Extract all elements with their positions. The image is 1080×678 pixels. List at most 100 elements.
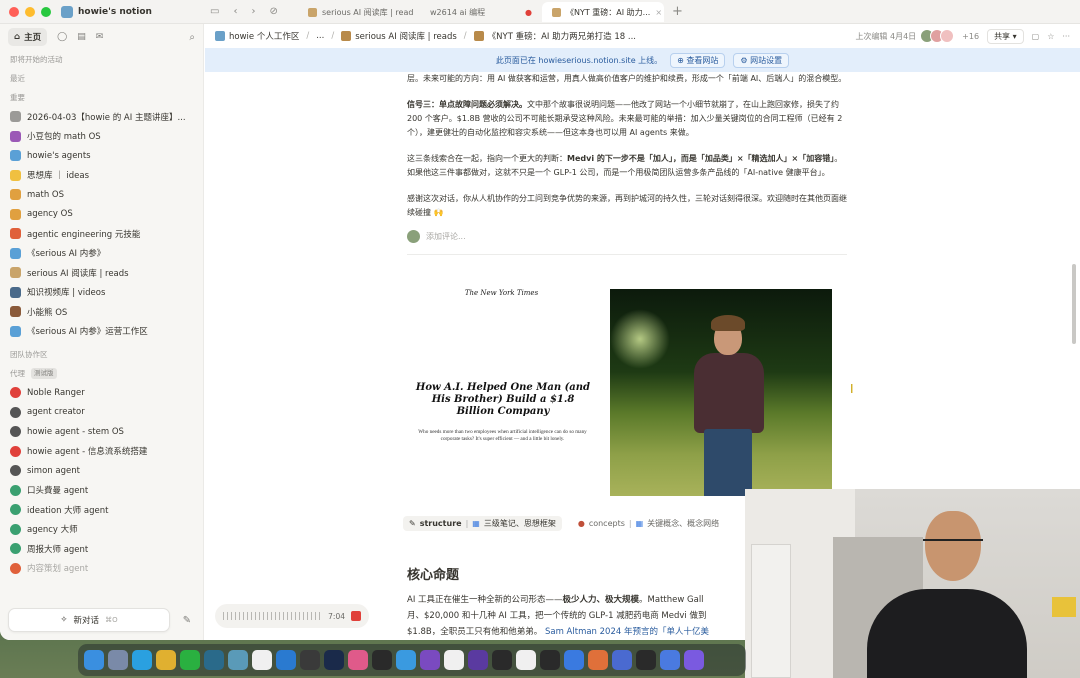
telegram-icon[interactable] — [132, 650, 152, 670]
home-button[interactable]: ⌂ 主页 — [8, 28, 48, 46]
favorite-item[interactable]: 《serious AI 内参》运营工作区 — [0, 322, 203, 342]
agent-item[interactable]: 口头費曼 agent — [0, 481, 203, 501]
favorite-item[interactable]: agentic engineering 元技能 — [0, 224, 203, 244]
add-comment[interactable]: 添加评论... — [407, 230, 847, 243]
agent-item[interactable]: agent creator — [0, 403, 203, 423]
stripe-icon[interactable] — [684, 650, 704, 670]
arc-icon[interactable] — [204, 650, 224, 670]
agent-item[interactable]: howie agent - stem OS — [0, 422, 203, 442]
tab-ai-programming[interactable]: w2614 ai 编程 ● — [420, 2, 542, 22]
view-site-button[interactable]: ⊕ 查看网站 — [670, 52, 726, 68]
chat-icon[interactable]: ◯ — [57, 32, 67, 42]
cursor-app-icon[interactable] — [540, 650, 560, 670]
app-icon[interactable] — [228, 650, 248, 670]
zoom-icon[interactable] — [660, 650, 680, 670]
concepts-tag[interactable]: ● concepts | ▦ 关键概念、概念网络 — [572, 516, 725, 531]
obsidian-icon[interactable] — [420, 650, 440, 670]
forward-arrow-icon[interactable]: › — [251, 6, 255, 17]
stop-recording-icon[interactable] — [351, 611, 361, 621]
share-button[interactable]: 共享 ▾ — [987, 28, 1024, 44]
text-cursor-icon: I — [850, 382, 854, 396]
agent-item[interactable]: 周报大师 agent — [0, 539, 203, 559]
minimize-window-button[interactable] — [25, 6, 35, 17]
favorite-item[interactable]: agency OS — [0, 205, 203, 225]
favorite-item[interactable]: 《serious AI 内参》 — [0, 244, 203, 264]
favorite-item[interactable]: 小能熊 OS — [0, 302, 203, 322]
favorite-item[interactable]: 思想库 ｜ ideas — [0, 166, 203, 186]
tab-nyt-article[interactable]: 《NYT 重磅：AI 助力... × — [542, 2, 664, 22]
vscode-icon[interactable] — [276, 650, 296, 670]
new-chat-button[interactable]: ✧ 新对话 ⌘O — [8, 608, 170, 632]
sidebar-toggle-icon[interactable]: ▭ — [210, 6, 219, 17]
paragraph[interactable]: 这三条线索合在一起，指向一个更大的判断：Medvi 的下一步不是「加人」，而是「… — [407, 152, 847, 180]
workspace-icon — [215, 31, 225, 41]
breadcrumb-ellipsis[interactable]: ... — [316, 31, 324, 41]
nyt-article-image[interactable]: The New York Times How A.I. Helped One M… — [393, 289, 836, 496]
collaborator-count[interactable]: +16 — [962, 32, 979, 41]
workspace-name[interactable]: howie's notion — [78, 7, 152, 17]
agent-item[interactable]: ideation 大师 agent — [0, 500, 203, 520]
finder-icon[interactable] — [84, 650, 104, 670]
section-heading[interactable]: 核心命题 — [407, 564, 459, 583]
sidebar: ⌂ 主页 ◯ ▤ ✉ ⌕ 即将开始的活动 最近 重要 2026-04-03【ho… — [0, 24, 204, 640]
favorite-item[interactable]: 知识视频库 | videos — [0, 283, 203, 303]
agent-item[interactable]: 内容策划 agent — [0, 559, 203, 579]
favorite-item[interactable]: 小豆包的 math OS — [0, 127, 203, 147]
collaborator-avatars[interactable] — [920, 29, 955, 43]
star-icon[interactable] — [564, 650, 584, 670]
r-icon[interactable] — [324, 650, 344, 670]
safari-icon[interactable] — [396, 650, 416, 670]
recording-indicator[interactable]: 7:04 — [215, 604, 369, 628]
panda-icon[interactable] — [516, 650, 536, 670]
notes-icon[interactable] — [252, 650, 272, 670]
wechat-icon[interactable] — [180, 650, 200, 670]
recording-time: 7:04 — [328, 611, 345, 621]
zoom-window-button[interactable] — [41, 6, 51, 17]
paragraph[interactable]: 层。未来可能的方向：用 AI 做获客和运营，用真人做高价值客户的维护和续费，形成… — [407, 72, 847, 86]
close-window-button[interactable] — [9, 6, 19, 17]
favorite-item[interactable]: math OS — [0, 185, 203, 205]
photo-person-hair — [711, 315, 745, 331]
agent-item[interactable]: agency 大师 — [0, 520, 203, 540]
tab-serious-ai-reads[interactable]: serious AI 阅读库 | read — [298, 2, 420, 22]
magnet-icon[interactable] — [348, 650, 368, 670]
history-icon[interactable]: ⊘ — [269, 6, 277, 17]
site-settings-button[interactable]: ⚙ 网站设置 — [733, 52, 790, 68]
structure-tag[interactable]: ✎ structure | ▦ 三级笔记、思想框架 — [403, 516, 562, 531]
breadcrumb-reads[interactable]: serious AI 阅读库 | reads — [341, 30, 457, 42]
video-icon[interactable] — [636, 650, 656, 670]
compose-icon[interactable]: ✎ — [178, 611, 196, 629]
launchpad-icon[interactable] — [108, 650, 128, 670]
workspace-icon[interactable] — [61, 5, 73, 18]
agent-item[interactable]: howie agent - 信息流系统搭建 — [0, 442, 203, 462]
cube-icon[interactable] — [300, 650, 320, 670]
inbox-icon[interactable]: ✉ — [96, 32, 104, 42]
breadcrumb-current[interactable]: 《NYT 重磅：AI 助力两兄弟打造 18 ... — [473, 30, 636, 42]
notion-icon[interactable] — [444, 650, 464, 670]
more-options-icon[interactable]: ··· — [1062, 32, 1070, 41]
gear-icon: ⚙ — [740, 55, 748, 65]
favorite-item[interactable]: 2026-04-03【howie 的 AI 主题讲座】... — [0, 107, 203, 127]
close-tab-icon[interactable]: × — [655, 8, 662, 17]
favorite-item[interactable]: howie's agents — [0, 146, 203, 166]
play-icon[interactable] — [468, 650, 488, 670]
favorite-star-icon[interactable]: ☆ — [1047, 32, 1054, 41]
chatgpt-icon[interactable] — [492, 650, 512, 670]
chrome-icon[interactable] — [156, 650, 176, 670]
screen-icon[interactable] — [612, 650, 632, 670]
paragraph[interactable]: 感谢这次对话，你从人机协作的分工问到竞争优势的来源，再到护城河的持久性，三轮对话… — [407, 192, 847, 220]
new-tab-button[interactable]: + — [664, 2, 691, 22]
claude-icon[interactable] — [588, 650, 608, 670]
breadcrumb-workspace[interactable]: howie 个人工作区 — [215, 30, 299, 42]
search-icon[interactable]: ⌕ — [189, 32, 195, 43]
section-body[interactable]: AI 工具正在催生一种全新的公司形态——极少人力、极大规模。Matthew Ga… — [407, 592, 755, 640]
figma-icon[interactable] — [372, 650, 392, 670]
paragraph[interactable]: 信号三：单点故障问题必须解决。文中那个故事很说明问题——他改了网站一个小细节就崩… — [407, 98, 847, 140]
comments-icon[interactable]: ▢ — [1032, 32, 1040, 41]
scrollbar[interactable] — [1072, 264, 1076, 344]
agent-item[interactable]: simon agent — [0, 461, 203, 481]
favorite-item[interactable]: serious AI 阅读库 | reads — [0, 263, 203, 283]
back-arrow-icon[interactable]: ‹ — [233, 6, 237, 17]
calendar-icon[interactable]: ▤ — [77, 32, 86, 42]
agent-item[interactable]: Noble Ranger — [0, 383, 203, 403]
